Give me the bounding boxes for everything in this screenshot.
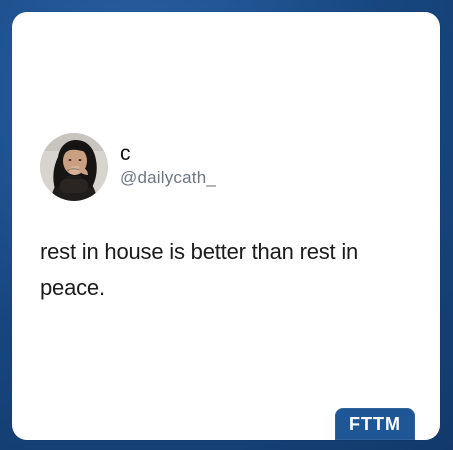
avatar xyxy=(40,133,108,201)
tweet-author: c @dailycath_ xyxy=(40,133,216,201)
user-handle: @dailycath_ xyxy=(120,168,217,187)
tweet-text: rest in house is better than rest in pea… xyxy=(40,239,359,300)
author-identity: c @dailycath_ xyxy=(120,141,216,188)
page-frame: c @dailycath_ rest in house is better th… xyxy=(0,0,453,450)
display-name: c xyxy=(120,142,131,165)
avatar-portrait-icon xyxy=(40,133,108,201)
brand-badge: FTTM xyxy=(335,408,415,440)
tweet-card: c @dailycath_ rest in house is better th… xyxy=(12,12,440,440)
